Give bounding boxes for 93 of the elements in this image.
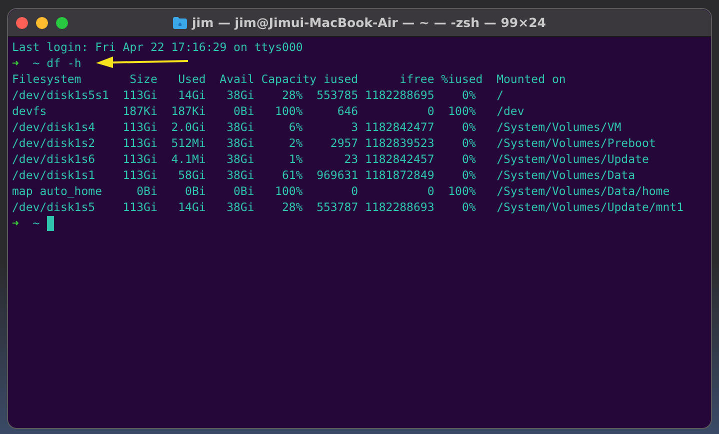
table-cell-text: 3 xyxy=(350,119,358,135)
column-header: iused xyxy=(322,71,358,87)
minimize-icon[interactable] xyxy=(36,16,48,28)
prompt-arrow: ➜ xyxy=(12,55,19,71)
table-cell: /System/Volumes/Data/home xyxy=(496,183,670,199)
table-cell-text: 113Gi xyxy=(122,167,158,183)
table-cell-text: 58Gi xyxy=(177,167,206,183)
table-cell-text: 0 xyxy=(426,183,434,199)
table-cell-text: 1% xyxy=(288,151,303,167)
table-cell-text: 23 xyxy=(343,151,358,167)
table-cell-text: 113Gi xyxy=(122,87,158,103)
table-cell: /System/Volumes/Preboot xyxy=(496,135,656,151)
table-cell: /dev/disk1s5s1 xyxy=(12,87,109,103)
table-cell-text: 187Ki xyxy=(170,103,206,119)
table-cell-text: 646 xyxy=(336,103,358,119)
table-cell-text: 2957 xyxy=(329,135,358,151)
table-cell-text: /dev/disk1s1 xyxy=(12,167,96,183)
table-cell-text: 1181872849 xyxy=(364,167,434,183)
table-cell-text: 0% xyxy=(460,135,476,151)
table-cell-text: 0Bi xyxy=(232,103,254,119)
table-cell-text: 38Gi xyxy=(226,199,254,215)
table-cell-text: 100% xyxy=(447,183,476,199)
table-cell-text: 2% xyxy=(288,135,303,151)
table-cell-text: map auto_home xyxy=(12,183,104,199)
table-cell-text: 1182288695 xyxy=(364,87,434,103)
table-cell-text: 100% xyxy=(447,103,476,119)
column-header: Filesystem xyxy=(12,71,82,87)
table-cell-text: /dev/disk1s5 xyxy=(12,199,96,215)
prompt-arrow: ➜ xyxy=(12,215,19,231)
prompt-directory: ~ xyxy=(32,215,40,231)
table-cell-text: 4.1Mi xyxy=(170,151,206,167)
table-cell-text: /dev/disk1s6 xyxy=(12,151,96,167)
table-cell-text: 28% xyxy=(280,199,303,215)
table-cell-text: 61% xyxy=(280,167,303,183)
table-cell-text: 14Gi xyxy=(177,87,206,103)
table-cell-text: 0Bi xyxy=(184,183,206,199)
table-cell-text: /dev/disk1s2 xyxy=(12,135,96,151)
column-header: Mounted on xyxy=(496,71,566,87)
table-cell-text: 38Gi xyxy=(226,87,254,103)
table-cell-text: 0Bi xyxy=(136,183,158,199)
table-cell-text: 0% xyxy=(460,87,476,103)
table-cell: 553785 xyxy=(316,87,358,103)
column-header: Avail xyxy=(218,71,254,87)
table-cell-text: 1182842477 xyxy=(364,119,434,135)
table-cell-text: 113Gi xyxy=(122,199,158,215)
table-cell-text: 113Gi xyxy=(122,151,158,167)
prompt-directory: ~ xyxy=(32,55,40,71)
table-cell-text: 113Gi xyxy=(122,119,158,135)
table-cell: /System/Volumes/Update/mnt1 xyxy=(496,199,684,215)
table-cell-text: 1182842457 xyxy=(364,151,434,167)
table-cell-text: 100% xyxy=(274,183,303,199)
table-cell-text: 187Ki xyxy=(122,103,158,119)
table-cell-text: 6% xyxy=(288,119,303,135)
command-text: df -h xyxy=(46,55,82,71)
table-cell-text: 0 xyxy=(426,103,434,119)
table-cell-text: 2.0Gi xyxy=(170,119,206,135)
table-cell-text: 100% xyxy=(274,103,303,119)
table-cell-text: 38Gi xyxy=(226,119,254,135)
table-cell-text: 0% xyxy=(460,119,476,135)
table-cell-text: 0 xyxy=(350,183,358,199)
table-cell-text: 0% xyxy=(460,199,476,215)
table-cell-text: /dev/disk1s4 xyxy=(12,119,96,135)
table-cell-text: 28% xyxy=(280,87,303,103)
zoom-icon[interactable] xyxy=(56,16,68,28)
table-cell-text: 0Bi xyxy=(232,183,254,199)
table-cell-text: 0% xyxy=(460,167,476,183)
table-cell-text: 38Gi xyxy=(226,151,254,167)
table-cell-text: 512Mi xyxy=(170,135,206,151)
table-cell-text: 38Gi xyxy=(226,167,254,183)
table-cell: / xyxy=(496,87,504,103)
table-cell-text: devfs xyxy=(12,103,48,119)
table-cell-text: 0% xyxy=(460,151,476,167)
table-cell-text: 38Gi xyxy=(226,135,254,151)
column-header: Capacity xyxy=(260,71,317,87)
folder-icon xyxy=(173,16,187,28)
table-cell: /System/Volumes/VM xyxy=(496,119,622,135)
window-title: jim — jim@Jimui-MacBook-Air — ~ — -zsh — 99×24 xyxy=(192,15,546,30)
login-message: Last login: Fri Apr 22 17:16:29 on ttys000 xyxy=(12,39,303,55)
column-header: Size xyxy=(128,71,158,87)
table-cell: /System/Volumes/Data xyxy=(496,167,636,183)
text-cursor xyxy=(46,216,54,231)
table-cell: 553787 xyxy=(316,199,358,215)
table-cell: 969631 xyxy=(316,167,358,183)
table-cell-text: 113Gi xyxy=(122,135,158,151)
column-header: Used xyxy=(177,71,206,87)
table-cell-text: 14Gi xyxy=(177,199,206,215)
table-cell: /System/Volumes/Update xyxy=(496,151,649,167)
table-cell-text: 1182288693 xyxy=(364,199,434,215)
close-icon[interactable] xyxy=(16,16,28,28)
column-header: ifree xyxy=(398,71,434,87)
table-cell: /dev xyxy=(496,103,524,119)
column-header: %iused xyxy=(440,71,483,87)
table-cell-text: 1182839523 xyxy=(364,135,434,151)
